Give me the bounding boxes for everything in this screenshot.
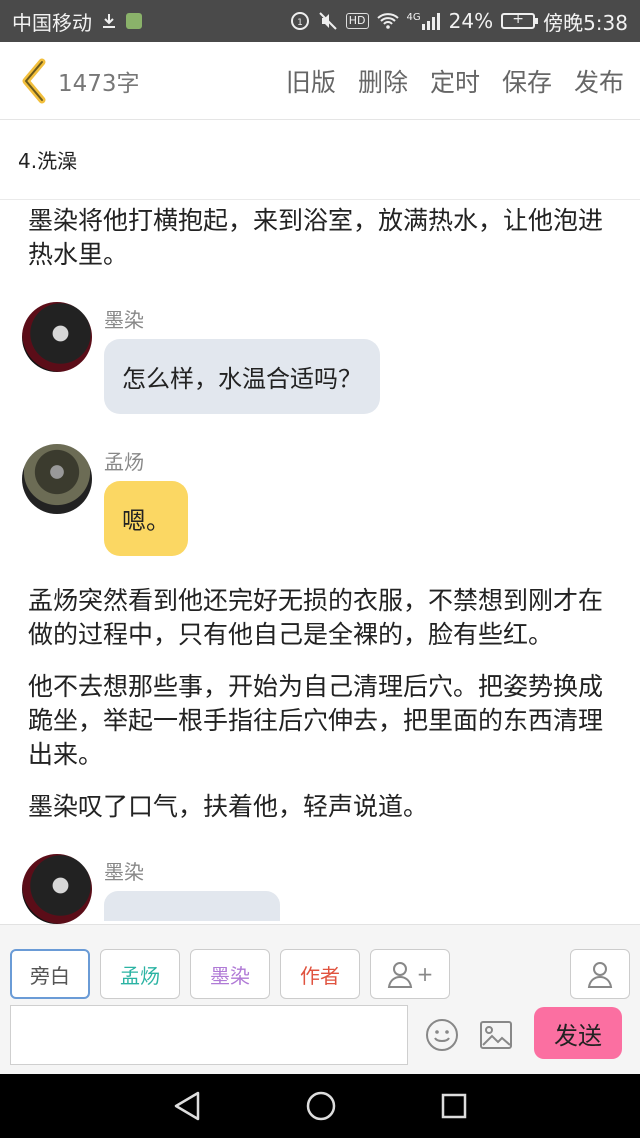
old-version-button[interactable]: 旧版 [286, 63, 336, 99]
role-selector: 旁白 孟炀 墨染 作者 + [10, 949, 450, 999]
role-moran-button[interactable]: 墨染 [190, 949, 270, 999]
data-saver-icon: 1 [290, 11, 310, 31]
status-bar: 中国移动 1 HD 4G 24% + 傍晚5:38 [0, 0, 640, 42]
back-button[interactable] [16, 56, 50, 106]
image-icon [480, 1021, 512, 1049]
dialogue-message[interactable]: 墨染 怎么样，水温合适吗？ [22, 302, 612, 414]
battery-percent: 24% [448, 9, 494, 33]
role-label: 墨染 [210, 963, 250, 988]
role-mengyang-button[interactable]: 孟炀 [100, 949, 180, 999]
role-label: 旁白 [30, 963, 70, 988]
mute-icon [318, 11, 338, 31]
message-bubble: 怎么样，水温合适吗？ [104, 339, 380, 414]
image-button[interactable] [476, 1015, 516, 1055]
avatar [22, 444, 92, 514]
speaker-name: 孟炀 [104, 450, 144, 474]
navigation-bar [0, 1074, 640, 1138]
story-content[interactable]: 墨染将他打横抱起，来到浴室，放满热水，让他泡进热水里。 墨染 怎么样，水温合适吗… [0, 200, 640, 924]
emoji-icon [426, 1019, 458, 1051]
home-nav-icon[interactable] [305, 1090, 337, 1122]
signal-icon: 4G [407, 12, 441, 30]
back-nav-icon[interactable] [172, 1090, 202, 1122]
person-icon [387, 962, 412, 988]
carrier-label: 中国移动 [12, 10, 92, 35]
message-bubble [104, 891, 280, 921]
schedule-button[interactable]: 定时 [430, 63, 480, 99]
send-label: 发送 [554, 1021, 602, 1050]
avatar [22, 854, 92, 924]
wifi-icon [376, 12, 399, 30]
role-author-button[interactable]: 作者 [280, 949, 360, 999]
role-label: 孟炀 [120, 963, 160, 988]
svg-text:1: 1 [297, 18, 303, 28]
save-button[interactable]: 保存 [502, 63, 552, 99]
character-manage-button[interactable] [570, 949, 630, 999]
download-icon [100, 12, 118, 30]
publish-button[interactable]: 发布 [574, 63, 624, 99]
dialogue-message[interactable]: 墨染 [22, 854, 612, 924]
add-label: + [416, 962, 434, 986]
chapter-title[interactable]: 4.洗澡 [0, 120, 640, 200]
role-label: 作者 [300, 963, 340, 988]
add-character-button[interactable]: + [370, 949, 450, 999]
editor-toolbar: 旁白 孟炀 墨染 作者 + 发送 [0, 924, 640, 1074]
message-bubble: 嗯。 [104, 481, 188, 556]
speaker-name: 墨染 [104, 860, 144, 884]
speaker-name: 墨染 [104, 308, 144, 332]
emoji-button[interactable] [422, 1015, 462, 1055]
app-bar: 1473字 旧版 删除 定时 保存 发布 [0, 42, 640, 120]
narration-paragraph: 他不去想那些事，开始为自己清理后穴。把姿势换成跪坐，举起一根手指往后穴伸去，把里… [28, 672, 604, 769]
network-type-label: 4G [406, 12, 421, 23]
delete-button[interactable]: 删除 [358, 63, 408, 99]
narration-paragraph: 墨染叹了口气，扶着他，轻声说道。 [28, 792, 429, 821]
message-input[interactable] [10, 1005, 408, 1065]
narration-paragraph: 墨染将他打横抱起，来到浴室，放满热水，让他泡进热水里。 [28, 206, 604, 269]
battery-icon: + [501, 11, 539, 29]
word-count: 1473字 [58, 70, 140, 97]
app-notification-icon [126, 13, 142, 29]
role-narrator-button[interactable]: 旁白 [10, 949, 90, 999]
person-icon [587, 962, 613, 988]
avatar [22, 302, 92, 372]
dialogue-message[interactable]: 孟炀 嗯。 [22, 444, 612, 556]
send-button[interactable]: 发送 [534, 1007, 622, 1059]
narration-paragraph: 孟炀突然看到他还完好无损的衣服，不禁想到刚才在做的过程中，只有他自己是全裸的，脸… [28, 586, 604, 649]
recents-nav-icon[interactable] [440, 1092, 468, 1120]
chevron-left-icon [22, 58, 46, 103]
hd-badge: HD [345, 13, 369, 29]
clock: 傍晚5:38 [543, 10, 628, 35]
